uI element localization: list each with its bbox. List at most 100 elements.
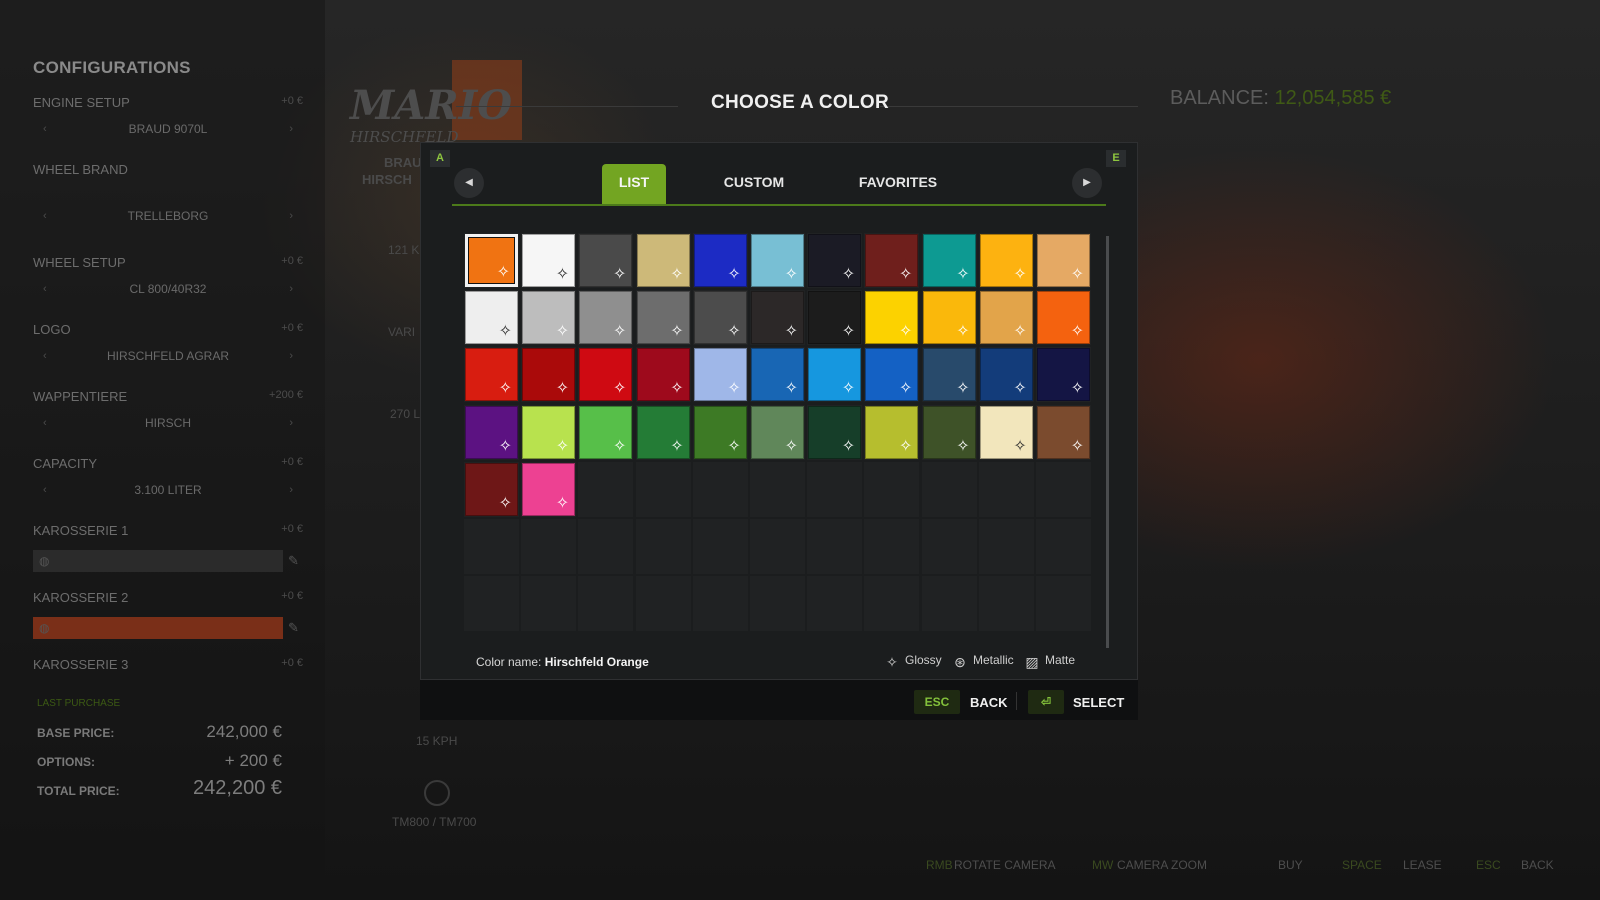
- config-section[interactable]: WAPPENTIERE +200 € HIRSCH ‹ ›: [33, 389, 303, 430]
- next-tab-button[interactable]: ▶: [1072, 168, 1102, 198]
- color-swatch[interactable]: ✧: [865, 405, 919, 459]
- color-swatch[interactable]: ✧: [636, 405, 690, 459]
- color-swatch[interactable]: ✧: [1037, 348, 1090, 402]
- config-section[interactable]: KAROSSERIE 3 +0 €: [33, 657, 303, 672]
- globe-icon: ◍: [39, 621, 50, 635]
- color-swatch[interactable]: ✧: [865, 234, 919, 287]
- config-section[interactable]: LOGO +0 € HIRSCHFELD AGRAR ‹ ›: [33, 322, 303, 363]
- color-swatch[interactable]: ✧: [751, 291, 804, 345]
- config-section-label: LOGO: [33, 322, 71, 337]
- scrollbar-thumb[interactable]: [1106, 236, 1109, 648]
- color-swatch[interactable]: ✧: [522, 234, 576, 287]
- color-swatch[interactable]: ✧: [579, 291, 633, 345]
- color-swatch[interactable]: ✧: [636, 234, 690, 287]
- arrow-left-icon[interactable]: ‹: [43, 350, 47, 362]
- arrow-right-icon[interactable]: ›: [289, 123, 293, 135]
- color-swatch[interactable]: ✧: [751, 348, 804, 402]
- lease-button[interactable]: LEASE: [1403, 858, 1442, 872]
- color-swatch[interactable]: ✧: [636, 291, 690, 345]
- color-swatch[interactable]: ✧: [808, 348, 862, 402]
- arrow-right-icon[interactable]: ›: [289, 210, 293, 222]
- config-section-label: WHEEL BRAND: [33, 162, 128, 177]
- color-swatch[interactable]: ✧: [522, 462, 576, 516]
- color-swatch[interactable]: ✧: [693, 348, 747, 402]
- color-swatch[interactable]: ✧: [922, 348, 976, 402]
- color-swatch[interactable]: ✧: [579, 234, 633, 287]
- color-swatch[interactable]: ✧: [922, 234, 976, 287]
- color-swatch[interactable]: ✧: [808, 234, 862, 287]
- prev-tab-button[interactable]: ◀: [454, 168, 484, 198]
- tab-list[interactable]: LIST: [602, 164, 666, 204]
- empty-swatch-slot: [521, 576, 577, 632]
- empty-swatch-slot: [864, 576, 920, 632]
- arrow-left-icon[interactable]: ‹: [43, 484, 47, 496]
- back-button[interactable]: BACK: [970, 695, 1008, 710]
- arrow-left-icon[interactable]: ‹: [43, 210, 47, 222]
- color-swatch[interactable]: ✧: [522, 405, 576, 459]
- buy-button[interactable]: BUY: [1278, 858, 1303, 872]
- glossy-icon: ✧: [727, 323, 741, 341]
- color-swatch[interactable]: ✧: [1037, 291, 1090, 345]
- color-swatch[interactable]: ✧: [1037, 405, 1090, 459]
- glossy-icon: ✧: [1013, 323, 1027, 341]
- empty-swatch-slot: [464, 519, 519, 574]
- color-swatch[interactable]: ✧: [979, 234, 1033, 287]
- color-swatch[interactable]: ✧: [865, 348, 919, 402]
- arrow-right-icon[interactable]: ›: [289, 484, 293, 496]
- color-swatch[interactable]: ✧: [579, 348, 633, 402]
- color-swatch[interactable]: ✧: [465, 234, 518, 287]
- color-swatch[interactable]: ✧: [1037, 234, 1090, 287]
- color-swatch[interactable]: ✧: [979, 348, 1033, 402]
- empty-swatch-slot: [978, 519, 1034, 574]
- config-section[interactable]: CAPACITY +0 € 3.100 LITER ‹ ›: [33, 456, 303, 497]
- color-swatch[interactable]: ✧: [693, 405, 747, 459]
- color-swatch[interactable]: ✧: [522, 348, 576, 402]
- arrow-left-icon[interactable]: ‹: [43, 283, 47, 295]
- arrow-right-icon[interactable]: ›: [289, 417, 293, 429]
- glossy-icon: ✧: [555, 266, 570, 283]
- config-section[interactable]: WHEEL SETUP +0 € CL 800/40R32 ‹ ›: [33, 255, 303, 296]
- config-section[interactable]: KAROSSERIE 1 +0 €: [33, 523, 303, 538]
- arrow-right-icon[interactable]: ›: [289, 350, 293, 362]
- color-swatch[interactable]: ✧: [693, 234, 747, 287]
- color-swatch[interactable]: ✧: [465, 348, 518, 402]
- color-swatch[interactable]: ✧: [522, 291, 576, 345]
- color-swatch[interactable]: ✧: [865, 291, 919, 345]
- arrow-left-icon[interactable]: ‹: [43, 123, 47, 135]
- color-swatch[interactable]: ✧: [579, 405, 633, 459]
- color-swatch[interactable]: ✧: [808, 405, 862, 459]
- stat-4: 15 KPH: [416, 734, 458, 748]
- config-section[interactable]: WHEEL BRAND TRELLEBORG ‹ ›: [33, 162, 303, 223]
- back-nav-button[interactable]: BACK: [1521, 858, 1554, 872]
- color-swatch[interactable]: ✧: [465, 462, 518, 516]
- tab-custom[interactable]: CUSTOM: [712, 164, 796, 204]
- arrow-right-icon[interactable]: ›: [289, 283, 293, 295]
- arrow-left-icon: ◀: [465, 177, 473, 188]
- color-swatch[interactable]: ✧: [751, 405, 804, 459]
- color-name-value: Hirschfeld Orange: [544, 655, 649, 669]
- stat-2: VARI: [388, 325, 416, 339]
- glossy-icon: ✧: [555, 323, 570, 341]
- color-swatch[interactable]: ✧: [693, 291, 747, 345]
- color-swatch[interactable]: ✧: [751, 234, 804, 287]
- color-swatch[interactable]: ✧: [465, 291, 518, 345]
- legend-matte: ▨ Matte: [1024, 653, 1075, 670]
- color-swatch[interactable]: ✧: [636, 348, 690, 402]
- color-swatch[interactable]: ✧: [979, 405, 1033, 459]
- glossy-icon: ✧: [898, 323, 913, 341]
- legend-metallic: ⊛ Metallic: [952, 653, 1014, 670]
- glossy-icon: ✧: [612, 266, 627, 283]
- glossy-icon: ✧: [784, 380, 798, 398]
- config-section[interactable]: KAROSSERIE 2 +0 €: [33, 590, 303, 605]
- color-swatch[interactable]: ✧: [808, 291, 862, 345]
- color-swatch[interactable]: ✧: [922, 405, 976, 459]
- color-swatch[interactable]: ✧: [465, 405, 518, 459]
- color-swatch[interactable]: ✧: [979, 291, 1033, 345]
- select-button[interactable]: SELECT: [1073, 695, 1124, 710]
- brand-info-1: BRAU: [384, 155, 422, 170]
- tab-favorites[interactable]: FAVORITES: [846, 164, 950, 204]
- model-label: TM800 / TM700: [392, 815, 477, 829]
- color-swatch[interactable]: ✧: [922, 291, 976, 345]
- config-section[interactable]: ENGINE SETUP +0 € BRAUD 9070L ‹ ›: [33, 95, 303, 136]
- arrow-left-icon[interactable]: ‹: [43, 417, 47, 429]
